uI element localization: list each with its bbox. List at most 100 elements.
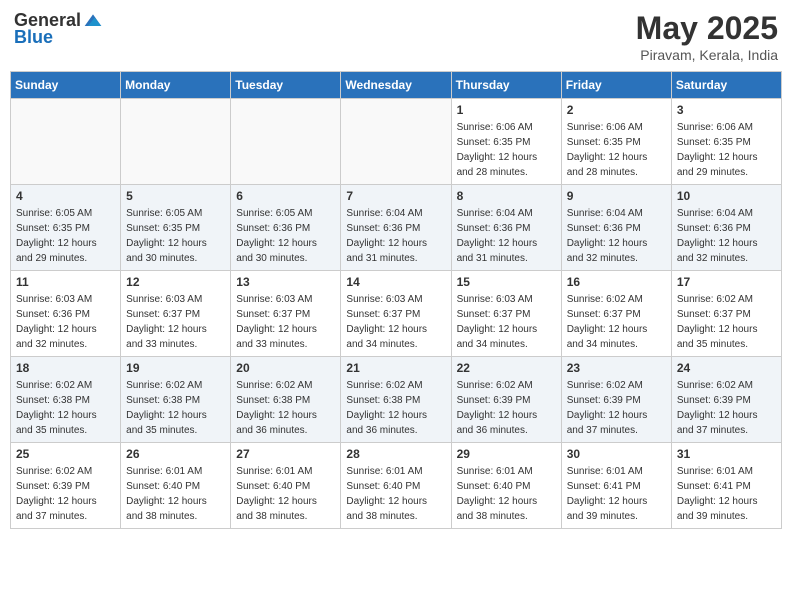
sunrise-time: 6:05 AM: [55, 208, 92, 219]
sunrise-label: Sunrise:: [346, 208, 385, 219]
col-header-friday: Friday: [561, 72, 671, 99]
sunset-time: 6:40 PM: [273, 481, 310, 492]
sunset-time: 6:40 PM: [383, 481, 420, 492]
sunset-label: Sunset:: [457, 137, 494, 148]
location-subtitle: Piravam, Kerala, India: [636, 47, 778, 63]
day-number: 28: [346, 447, 445, 461]
sunrise-label: Sunrise:: [16, 294, 55, 305]
sunset-label: Sunset:: [567, 309, 604, 320]
sunrise-label: Sunrise:: [457, 294, 496, 305]
calendar-cell: [231, 99, 341, 185]
sunrise-label: Sunrise:: [236, 208, 275, 219]
col-header-wednesday: Wednesday: [341, 72, 451, 99]
col-header-monday: Monday: [121, 72, 231, 99]
sunrise-label: Sunrise:: [457, 208, 496, 219]
day-number: 17: [677, 275, 776, 289]
sunrise-label: Sunrise:: [677, 122, 716, 133]
sunset-time: 6:39 PM: [493, 395, 530, 406]
day-number: 22: [457, 361, 556, 375]
daylight-label: Daylight: 12 hours and 37 minutes.: [16, 496, 97, 522]
daylight-label: Daylight: 12 hours and 31 minutes.: [346, 238, 427, 264]
day-number: 20: [236, 361, 335, 375]
day-info: Sunrise: 6:01 AM Sunset: 6:40 PM Dayligh…: [126, 464, 225, 524]
day-info: Sunrise: 6:02 AM Sunset: 6:38 PM Dayligh…: [126, 378, 225, 438]
daylight-label: Daylight: 12 hours and 36 minutes.: [346, 410, 427, 436]
day-number: 3: [677, 103, 776, 117]
sunset-time: 6:41 PM: [603, 481, 640, 492]
sunset-time: 6:35 PM: [493, 137, 530, 148]
sunset-time: 6:38 PM: [163, 395, 200, 406]
sunrise-time: 6:02 AM: [716, 380, 753, 391]
day-info: Sunrise: 6:02 AM Sunset: 6:38 PM Dayligh…: [236, 378, 335, 438]
sunset-time: 6:36 PM: [273, 223, 310, 234]
month-title: May 2025: [636, 10, 778, 47]
sunrise-label: Sunrise:: [126, 380, 165, 391]
sunrise-label: Sunrise:: [677, 466, 716, 477]
daylight-label: Daylight: 12 hours and 28 minutes.: [457, 152, 538, 178]
sunrise-time: 6:04 AM: [386, 208, 423, 219]
sunrise-label: Sunrise:: [236, 294, 275, 305]
calendar-cell: 5 Sunrise: 6:05 AM Sunset: 6:35 PM Dayli…: [121, 185, 231, 271]
daylight-label: Daylight: 12 hours and 37 minutes.: [677, 410, 758, 436]
sunrise-time: 6:01 AM: [716, 466, 753, 477]
sunset-label: Sunset:: [236, 395, 273, 406]
sunset-time: 6:40 PM: [163, 481, 200, 492]
sunrise-label: Sunrise:: [677, 294, 716, 305]
sunrise-time: 6:02 AM: [606, 294, 643, 305]
sunrise-label: Sunrise:: [346, 380, 385, 391]
day-info: Sunrise: 6:02 AM Sunset: 6:39 PM Dayligh…: [16, 464, 115, 524]
sunset-label: Sunset:: [126, 223, 163, 234]
daylight-label: Daylight: 12 hours and 39 minutes.: [567, 496, 648, 522]
day-number: 30: [567, 447, 666, 461]
day-info: Sunrise: 6:03 AM Sunset: 6:37 PM Dayligh…: [236, 292, 335, 352]
calendar-table: SundayMondayTuesdayWednesdayThursdayFrid…: [10, 71, 782, 529]
sunset-time: 6:35 PM: [714, 137, 751, 148]
sunrise-time: 6:03 AM: [276, 294, 313, 305]
day-number: 21: [346, 361, 445, 375]
sunrise-label: Sunrise:: [236, 380, 275, 391]
col-header-sunday: Sunday: [11, 72, 121, 99]
sunrise-time: 6:02 AM: [166, 380, 203, 391]
calendar-cell: 15 Sunrise: 6:03 AM Sunset: 6:37 PM Dayl…: [451, 271, 561, 357]
day-number: 16: [567, 275, 666, 289]
day-info: Sunrise: 6:06 AM Sunset: 6:35 PM Dayligh…: [567, 120, 666, 180]
sunset-label: Sunset:: [126, 481, 163, 492]
sunrise-label: Sunrise:: [567, 122, 606, 133]
day-number: 10: [677, 189, 776, 203]
sunrise-label: Sunrise:: [677, 380, 716, 391]
calendar-cell: 7 Sunrise: 6:04 AM Sunset: 6:36 PM Dayli…: [341, 185, 451, 271]
sunrise-time: 6:03 AM: [55, 294, 92, 305]
calendar-cell: 3 Sunrise: 6:06 AM Sunset: 6:35 PM Dayli…: [671, 99, 781, 185]
sunset-time: 6:35 PM: [53, 223, 90, 234]
sunrise-label: Sunrise:: [346, 294, 385, 305]
calendar-cell: 24 Sunrise: 6:02 AM Sunset: 6:39 PM Dayl…: [671, 357, 781, 443]
sunrise-time: 6:01 AM: [606, 466, 643, 477]
sunset-label: Sunset:: [677, 395, 714, 406]
sunrise-time: 6:05 AM: [276, 208, 313, 219]
calendar-cell: 19 Sunrise: 6:02 AM Sunset: 6:38 PM Dayl…: [121, 357, 231, 443]
day-number: 6: [236, 189, 335, 203]
sunset-time: 6:39 PM: [714, 395, 751, 406]
day-number: 19: [126, 361, 225, 375]
sunrise-label: Sunrise:: [126, 294, 165, 305]
sunset-label: Sunset:: [16, 395, 53, 406]
sunset-label: Sunset:: [346, 481, 383, 492]
calendar-cell: 22 Sunrise: 6:02 AM Sunset: 6:39 PM Dayl…: [451, 357, 561, 443]
sunset-label: Sunset:: [457, 481, 494, 492]
day-info: Sunrise: 6:06 AM Sunset: 6:35 PM Dayligh…: [677, 120, 776, 180]
sunset-time: 6:37 PM: [163, 309, 200, 320]
calendar-cell: 17 Sunrise: 6:02 AM Sunset: 6:37 PM Dayl…: [671, 271, 781, 357]
daylight-label: Daylight: 12 hours and 35 minutes.: [16, 410, 97, 436]
daylight-label: Daylight: 12 hours and 30 minutes.: [236, 238, 317, 264]
calendar-cell: 26 Sunrise: 6:01 AM Sunset: 6:40 PM Dayl…: [121, 443, 231, 529]
sunrise-label: Sunrise:: [16, 208, 55, 219]
sunset-label: Sunset:: [567, 223, 604, 234]
calendar-cell: 27 Sunrise: 6:01 AM Sunset: 6:40 PM Dayl…: [231, 443, 341, 529]
sunset-time: 6:36 PM: [383, 223, 420, 234]
sunset-time: 6:36 PM: [714, 223, 751, 234]
day-number: 29: [457, 447, 556, 461]
calendar-cell: 9 Sunrise: 6:04 AM Sunset: 6:36 PM Dayli…: [561, 185, 671, 271]
logo-icon: [83, 11, 103, 31]
day-number: 26: [126, 447, 225, 461]
day-number: 31: [677, 447, 776, 461]
